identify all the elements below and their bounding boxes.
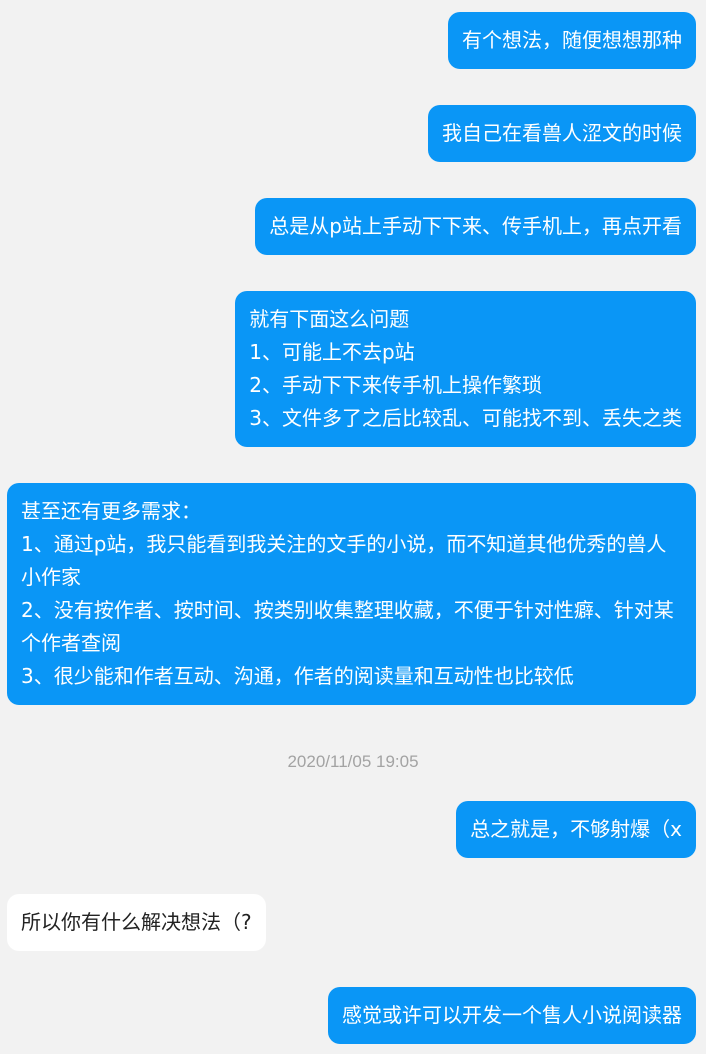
message-bubble-outgoing[interactable]: 甚至还有更多需求： 1、通过p站，我只能看到我关注的文手的小说，而不知道其他优秀… [7, 483, 696, 705]
message-timestamp: 2020/11/05 19:05 [287, 752, 419, 771]
message-bubble-outgoing[interactable]: 就有下面这么问题 1、可能上不去p站 2、手动下下来传手机上操作繁琐 3、文件多… [235, 291, 696, 447]
message-text: 感觉或许可以开发一个售人小说阅读器 [342, 1003, 682, 1027]
message-bubble-incoming[interactable]: 所以你有什么解决想法（? [7, 894, 266, 951]
message-text: 有个想法，随便想想那种 [462, 28, 682, 52]
message-bubble-outgoing[interactable]: 有个想法，随便想想那种 [448, 12, 696, 69]
chat-view: 有个想法，随便想想那种 我自己在看兽人涩文的时候 总是从p站上手动下下来、传手机… [0, 0, 706, 1054]
message-text: 1、可能上不去p站 [249, 340, 415, 364]
message-text: 3、很少能和作者互动、沟通，作者的阅读量和互动性也比较低 [21, 664, 574, 688]
message-text: 3、文件多了之后比较乱、可能找不到、丢失之类 [249, 406, 682, 430]
message-text: 总之就是，不够射爆（x [470, 817, 682, 841]
message-bubble-outgoing[interactable]: 总之就是，不够射爆（x [456, 801, 696, 858]
message-text: 总是从p站上手动下下来、传手机上，再点开看 [269, 214, 682, 238]
message-bubble-outgoing[interactable]: 我自己在看兽人涩文的时候 [428, 105, 696, 162]
message-text: 甚至还有更多需求： [21, 499, 201, 523]
message-bubble-outgoing[interactable]: 总是从p站上手动下下来、传手机上，再点开看 [255, 198, 696, 255]
message-text: 我自己在看兽人涩文的时候 [442, 121, 682, 145]
message-text: 所以你有什么解决想法（? [21, 910, 252, 934]
message-text: 2、没有按作者、按时间、按类别收集整理收藏，不便于针对性癖、针对某个作者查阅 [21, 598, 674, 655]
message-text: 就有下面这么问题 [249, 307, 410, 331]
message-bubble-outgoing[interactable]: 感觉或许可以开发一个售人小说阅读器 [328, 987, 696, 1044]
message-text: 1、通过p站，我只能看到我关注的文手的小说，而不知道其他优秀的兽人小作家 [21, 532, 667, 589]
message-text: 2、手动下下来传手机上操作繁琐 [249, 373, 542, 397]
